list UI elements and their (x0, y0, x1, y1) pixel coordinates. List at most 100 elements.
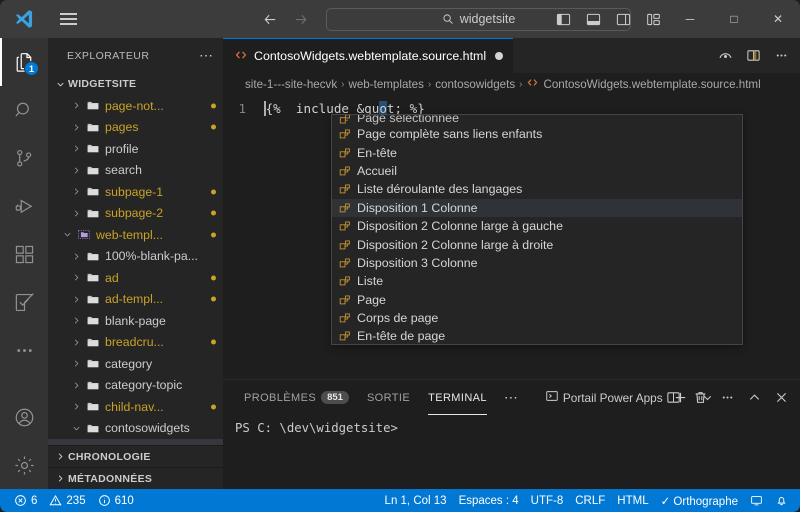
suggest-widget[interactable]: Page sélectionnée Page complète sans lie… (331, 114, 743, 345)
chevron-right-icon[interactable] (68, 334, 84, 350)
maximize-panel-button[interactable] (741, 385, 767, 411)
tree-folder[interactable]: 100%-blank-pa... (48, 246, 223, 268)
tree-folder[interactable]: subpage-2 (48, 203, 223, 225)
toggle-secondary-sidebar-button[interactable] (608, 0, 638, 38)
split-terminal-button[interactable] (660, 385, 686, 411)
customize-layout-button[interactable] (638, 0, 668, 38)
status-eol[interactable]: CRLF (569, 489, 611, 512)
minimize-button[interactable]: ─ (668, 0, 712, 38)
main-menu-button[interactable] (48, 0, 88, 38)
status-errors[interactable]: 6 (8, 489, 43, 512)
status-spell-check[interactable]: ✓ Orthographe (655, 489, 744, 512)
suggest-item[interactable]: Corps de page (332, 309, 742, 327)
suggest-item[interactable]: Disposition 2 Colonne large à droite (332, 235, 742, 253)
file-tree[interactable]: page-not... pages profile search subpage-1 su… (48, 95, 223, 445)
chevron-right-icon[interactable] (68, 356, 84, 372)
tree-folder[interactable]: ad (48, 267, 223, 289)
explorer-root-section[interactable]: WIDGETSITE (48, 73, 223, 95)
suggest-item[interactable]: Accueil (332, 162, 742, 180)
suggest-item[interactable]: En-tête (332, 143, 742, 161)
activity-settings[interactable] (0, 441, 48, 489)
breadcrumb-item[interactable]: ContosoWidgets.webtemplate.source.html (526, 76, 761, 92)
tree-folder[interactable]: web-templ... (48, 224, 223, 246)
status-warnings[interactable]: 235 (43, 489, 91, 512)
panel-tab-sortie[interactable]: SORTIE (358, 380, 419, 415)
open-preview-button[interactable] (712, 43, 738, 69)
tree-folder[interactable]: category (48, 353, 223, 375)
panel-tab-problemes[interactable]: PROBLÈMES 851 (235, 380, 358, 415)
tree-twistie-empty[interactable] (77, 442, 93, 445)
chevron-right-icon[interactable] (68, 184, 84, 200)
activity-run-debug[interactable] (0, 182, 48, 230)
chevron-down-icon[interactable] (59, 227, 75, 243)
tree-folder[interactable]: blank-page (48, 310, 223, 332)
close-panel-button[interactable] (768, 385, 794, 411)
activity-search[interactable] (0, 86, 48, 134)
chevron-right-icon[interactable] (68, 205, 84, 221)
chevron-right-icon[interactable] (68, 119, 84, 135)
chevron-right-icon[interactable] (68, 291, 84, 307)
chevron-right-icon[interactable] (68, 377, 84, 393)
tree-folder[interactable]: child-nav... (48, 396, 223, 418)
tree-folder[interactable]: contosowidgets (48, 418, 223, 440)
more-actions-button[interactable] (768, 43, 794, 69)
status-cursor-position[interactable]: Ln 1, Col 13 (379, 489, 453, 512)
editor-content[interactable]: 1 {% include &quot; %} Page sélectionnée… (223, 95, 800, 379)
tree-folder[interactable]: category-topic (48, 375, 223, 397)
chevron-down-icon[interactable] (68, 420, 84, 436)
tree-folder[interactable]: ad-templ... (48, 289, 223, 311)
suggest-item[interactable]: Disposition 2 Colonne large à gauche (332, 217, 742, 235)
chevron-right-icon[interactable] (68, 141, 84, 157)
status-encoding[interactable]: UTF-8 (525, 489, 570, 512)
tree-file[interactable]: ContosoWidg... (48, 439, 223, 445)
activity-additional-views[interactable] (0, 326, 48, 374)
suggest-item-partial[interactable]: Page sélectionnée (332, 115, 742, 125)
tree-folder[interactable]: search (48, 160, 223, 182)
status-screencast[interactable] (744, 489, 769, 512)
breadcrumb[interactable]: site-1---site-hecvk › web-templates › contos… (223, 73, 800, 95)
suggest-item[interactable]: Page (332, 291, 742, 309)
ellipsis-icon[interactable]: ⋯ (196, 47, 217, 64)
maximize-button[interactable]: □ (712, 0, 756, 38)
tree-folder[interactable]: page-not... (48, 95, 223, 117)
breadcrumb-item[interactable]: web-templates (348, 78, 423, 91)
suggest-item[interactable]: Liste (332, 272, 742, 290)
chevron-right-icon[interactable] (68, 399, 84, 415)
close-button[interactable]: ✕ (756, 0, 800, 38)
tree-folder[interactable]: profile (48, 138, 223, 160)
tree-folder[interactable]: subpage-1 (48, 181, 223, 203)
breadcrumb-item[interactable]: contosowidgets (435, 78, 515, 91)
status-language-mode[interactable]: HTML (611, 489, 654, 512)
kill-terminal-button[interactable] (687, 385, 713, 411)
suggest-item[interactable]: Disposition 3 Colonne (332, 254, 742, 272)
search-input[interactable]: widgetsite (460, 12, 516, 26)
suggest-list[interactable]: Page complète sans liens enfants En-tête A… (332, 125, 742, 344)
chevron-right-icon[interactable] (68, 162, 84, 178)
panel-more-actions-button[interactable] (714, 385, 740, 411)
status-notifications[interactable] (769, 489, 794, 512)
suggest-item[interactable]: Liste déroulante des langages (332, 180, 742, 198)
activity-source-control[interactable] (0, 134, 48, 182)
breadcrumb-item[interactable]: site-1---site-hecvk (245, 78, 337, 91)
terminal-output[interactable]: PS C: \dev\widgetsite> (223, 415, 800, 489)
activity-testing[interactable] (0, 278, 48, 326)
activity-explorer[interactable]: 1 (0, 38, 48, 86)
editor-tab[interactable]: ContosoWidgets.webtemplate.source.html (223, 38, 514, 73)
toggle-panel-button[interactable] (578, 0, 608, 38)
sidebar-section-metadonnees[interactable]: MÉTADONNÉES (48, 467, 223, 489)
editor-tab-dirty-indicator[interactable] (495, 52, 504, 60)
chevron-right-icon[interactable] (68, 98, 84, 114)
toggle-primary-sidebar-button[interactable] (548, 0, 578, 38)
split-editor-button[interactable] (740, 43, 766, 69)
go-back-button[interactable] (256, 6, 284, 32)
chevron-right-icon[interactable] (68, 270, 84, 286)
activity-accounts[interactable] (0, 393, 48, 441)
status-indentation[interactable]: Espaces : 4 (453, 489, 525, 512)
chevron-right-icon[interactable] (68, 313, 84, 329)
tree-folder[interactable]: pages (48, 117, 223, 139)
tree-folder[interactable]: breadcru... (48, 332, 223, 354)
panel-more-tabs-icon[interactable]: ⋯ (496, 389, 527, 406)
go-forward-button[interactable] (286, 6, 314, 32)
suggest-item[interactable]: En-tête de page (332, 327, 742, 344)
sidebar-section-chronologie[interactable]: CHRONOLOGIE (48, 445, 223, 467)
